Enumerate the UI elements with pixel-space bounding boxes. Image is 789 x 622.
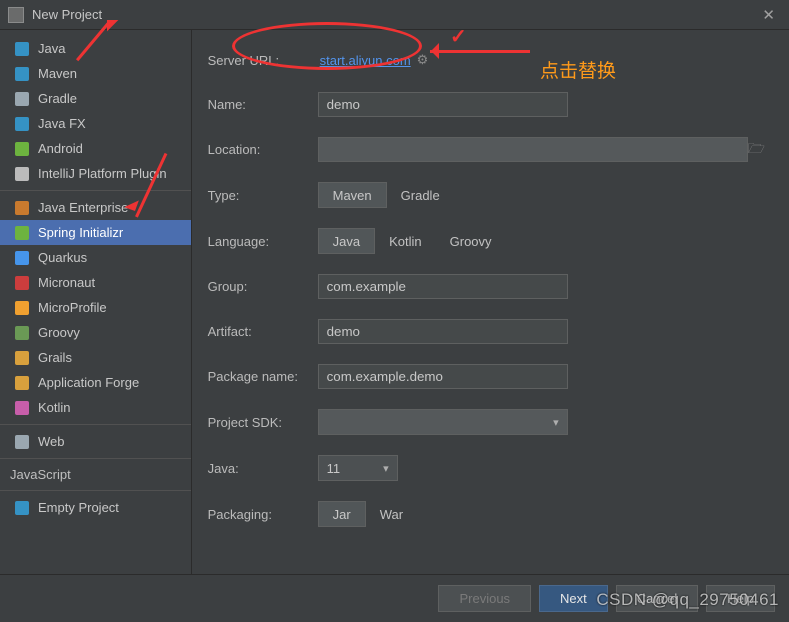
sidebar-item-java-enterprise[interactable]: Java Enterprise bbox=[0, 195, 191, 220]
group-label: Group: bbox=[208, 279, 318, 294]
language-segmented: Java Kotlin Groovy bbox=[318, 228, 506, 254]
sidebar-item-label: IntelliJ Platform Plugin bbox=[38, 166, 167, 181]
sidebar-item-grails[interactable]: Grails bbox=[0, 345, 191, 370]
titlebar: New Project ✕ bbox=[0, 0, 789, 30]
sidebar-item-label: Java bbox=[38, 41, 65, 56]
sidebar-item-label: Java Enterprise bbox=[38, 200, 128, 215]
server-url-label: Server URL: bbox=[208, 53, 318, 68]
gradle-icon bbox=[14, 91, 30, 107]
app-logo-icon bbox=[8, 7, 24, 23]
sidebar-item-micronaut[interactable]: Micronaut bbox=[0, 270, 191, 295]
micronaut-icon bbox=[14, 275, 30, 291]
browse-folder-icon[interactable]: 🗁 bbox=[748, 138, 765, 162]
group-input[interactable] bbox=[318, 274, 568, 299]
main-panel: Server URL: start.aliyun.com ⚙ Name: Loc… bbox=[192, 30, 789, 574]
gear-icon[interactable]: ⚙ bbox=[417, 52, 429, 68]
type-label: Type: bbox=[208, 188, 318, 203]
location-input[interactable] bbox=[318, 137, 748, 162]
sidebar-item-label: Grails bbox=[38, 350, 72, 365]
packaging-segmented: Jar War bbox=[318, 501, 417, 527]
sidebar-item-android[interactable]: Android bbox=[0, 136, 191, 161]
language-option-kotlin[interactable]: Kotlin bbox=[375, 228, 436, 254]
maven-icon bbox=[14, 66, 30, 82]
type-segmented: Maven Gradle bbox=[318, 182, 454, 208]
sidebar-item-label: Kotlin bbox=[38, 400, 71, 415]
forge-icon bbox=[14, 375, 30, 391]
folder-icon bbox=[14, 500, 30, 516]
jee-icon bbox=[14, 200, 30, 216]
sidebar-item-label: Java FX bbox=[38, 116, 86, 131]
sidebar-item-label: Android bbox=[38, 141, 83, 156]
spring-icon bbox=[14, 225, 30, 241]
packaging-option-war[interactable]: War bbox=[366, 501, 417, 527]
folder-icon bbox=[14, 116, 30, 132]
language-option-java[interactable]: Java bbox=[318, 228, 375, 254]
sidebar-item-empty-project[interactable]: Empty Project bbox=[0, 495, 191, 520]
sidebar-item-application-forge[interactable]: Application Forge bbox=[0, 370, 191, 395]
sidebar-item-label: Web bbox=[38, 434, 65, 449]
sidebar-item-kotlin[interactable]: Kotlin bbox=[0, 395, 191, 420]
name-label: Name: bbox=[208, 97, 318, 112]
window-title: New Project bbox=[32, 7, 756, 22]
sidebar-item-label: Application Forge bbox=[38, 375, 139, 390]
sidebar-item-label: Spring Initializr bbox=[38, 225, 123, 240]
artifact-input[interactable] bbox=[318, 319, 568, 344]
package-label: Package name: bbox=[208, 369, 318, 384]
server-url-row: Server URL: start.aliyun.com ⚙ bbox=[208, 48, 765, 72]
sidebar-item-label: Maven bbox=[38, 66, 77, 81]
grails-icon bbox=[14, 350, 30, 366]
language-option-groovy[interactable]: Groovy bbox=[436, 228, 506, 254]
watermark: CSDN @qq_29750461 bbox=[596, 590, 779, 610]
sidebar-item-quarkus[interactable]: Quarkus bbox=[0, 245, 191, 270]
sidebar-item-java-fx[interactable]: Java FX bbox=[0, 111, 191, 136]
sidebar-item-maven[interactable]: Maven bbox=[0, 61, 191, 86]
android-icon bbox=[14, 141, 30, 157]
sdk-select[interactable] bbox=[318, 409, 568, 435]
web-icon bbox=[14, 434, 30, 450]
package-input[interactable] bbox=[318, 364, 568, 389]
sidebar-item-microprofile[interactable]: MicroProfile bbox=[0, 295, 191, 320]
location-label: Location: bbox=[208, 142, 318, 157]
sidebar-item-spring-initializr[interactable]: Spring Initializr bbox=[0, 220, 191, 245]
sidebar: Java Maven Gradle Java FX Android IntelliJ Pl… bbox=[0, 30, 192, 574]
sidebar-item-intellij-platform-plugin[interactable]: IntelliJ Platform Plugin bbox=[0, 161, 191, 186]
close-icon[interactable]: ✕ bbox=[756, 6, 781, 24]
sidebar-item-java[interactable]: Java bbox=[0, 36, 191, 61]
server-url-link[interactable]: start.aliyun.com bbox=[320, 53, 411, 68]
sidebar-item-label: Empty Project bbox=[38, 500, 119, 515]
name-input[interactable] bbox=[318, 92, 568, 117]
type-option-gradle[interactable]: Gradle bbox=[387, 182, 454, 208]
sidebar-item-label: MicroProfile bbox=[38, 300, 107, 315]
java-label: Java: bbox=[208, 461, 318, 476]
previous-button[interactable]: Previous bbox=[438, 585, 531, 612]
packaging-option-jar[interactable]: Jar bbox=[318, 501, 366, 527]
type-option-maven[interactable]: Maven bbox=[318, 182, 387, 208]
sdk-label: Project SDK: bbox=[208, 415, 318, 430]
quarkus-icon bbox=[14, 250, 30, 266]
sidebar-item-groovy[interactable]: Groovy bbox=[0, 320, 191, 345]
language-label: Language: bbox=[208, 234, 318, 249]
sidebar-item-label: Groovy bbox=[38, 325, 80, 340]
intellij-icon bbox=[14, 166, 30, 182]
groovy-icon bbox=[14, 325, 30, 341]
folder-icon bbox=[14, 41, 30, 57]
kotlin-icon bbox=[14, 400, 30, 416]
microprofile-icon bbox=[14, 300, 30, 316]
sidebar-item-label: Quarkus bbox=[38, 250, 87, 265]
java-select[interactable]: 11 bbox=[318, 455, 398, 481]
sidebar-section-javascript: JavaScript bbox=[0, 463, 191, 486]
sidebar-item-gradle[interactable]: Gradle bbox=[0, 86, 191, 111]
sidebar-item-label: Gradle bbox=[38, 91, 77, 106]
sidebar-item-label: Micronaut bbox=[38, 275, 95, 290]
artifact-label: Artifact: bbox=[208, 324, 318, 339]
sidebar-item-web[interactable]: Web bbox=[0, 429, 191, 454]
packaging-label: Packaging: bbox=[208, 507, 318, 522]
